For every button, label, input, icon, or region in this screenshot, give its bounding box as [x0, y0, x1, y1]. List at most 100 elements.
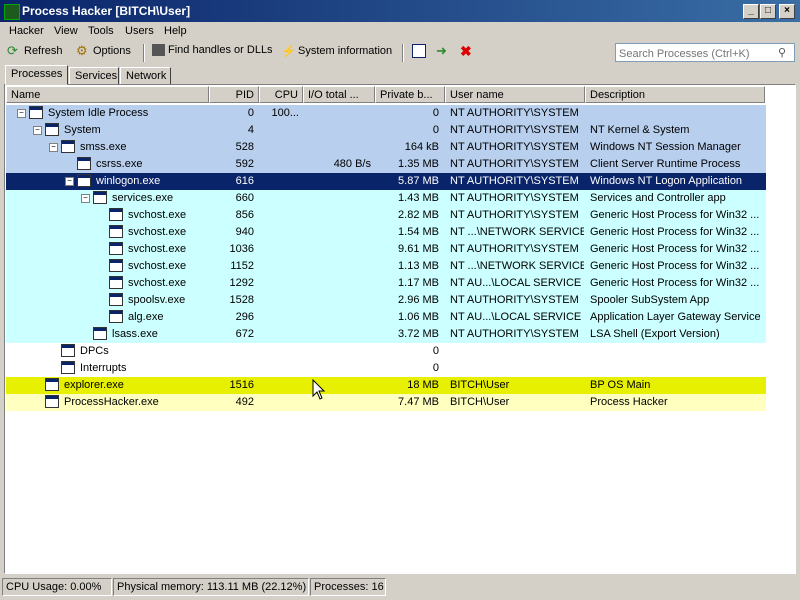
tab-network[interactable]: Network [120, 67, 171, 85]
cell-private-bytes: 0 [432, 124, 439, 136]
cell-description: Generic Host Process for Win32 ... [590, 277, 760, 289]
cell-pid: 1292 [229, 277, 254, 289]
table-row[interactable]: explorer.exe 1516 18 MB BITCH\User BP OS Mai… [6, 377, 766, 394]
cell-pid: 1036 [229, 243, 254, 255]
process-icon [109, 293, 123, 306]
column-private-bytes[interactable]: Private b... [375, 86, 445, 103]
search-icon[interactable]: ⚲ [778, 46, 786, 59]
cell-user-name: NT AUTHORITY\SYSTEM [450, 294, 579, 306]
table-row[interactable]: − winlogon.exe 616 5.87 MB NT AUTHORITY\SYST… [6, 173, 766, 190]
table-row[interactable]: spoolsv.exe 1528 2.96 MB NT AUTHORITY\SYSTE… [6, 292, 766, 309]
process-icon [61, 140, 75, 153]
cell-cpu: 100... [271, 107, 299, 119]
cell-description: Generic Host Process for Win32 ... [590, 243, 760, 255]
maximize-icon[interactable]: □ [760, 4, 776, 19]
cell-name: System Idle Process [48, 107, 149, 119]
cell-name: System [64, 124, 101, 136]
status-process-count: Processes: 16 [310, 578, 386, 596]
process-icon [45, 395, 59, 408]
table-row[interactable]: alg.exe 296 1.06 MB NT AU...\LOCAL SERVICE A… [6, 309, 766, 326]
window-title: Process Hacker [BITCH\User] [22, 4, 191, 18]
cell-description: Client Server Runtime Process [590, 158, 741, 170]
process-icon [109, 259, 123, 272]
cell-user-name: BITCH\User [450, 396, 510, 408]
status-physical-memory: Physical memory: 113.11 MB (22.12%) [113, 578, 309, 596]
cell-name: winlogon.exe [96, 175, 161, 187]
table-row[interactable]: − System Idle Process 0 100... 0 NT AUTHORITY… [6, 105, 766, 122]
table-row[interactable]: Interrupts 0 [6, 360, 766, 377]
search-input[interactable] [615, 43, 795, 62]
table-row[interactable]: DPCs 0 [6, 343, 766, 360]
menu-users[interactable]: Users [125, 25, 154, 37]
tree-expander-icon[interactable]: − [33, 126, 42, 135]
process-icon [77, 157, 91, 170]
cell-pid: 1152 [230, 260, 254, 272]
process-tree[interactable]: Name PID CPU I/O total ... Private b... … [6, 86, 794, 572]
table-row[interactable]: ProcessHacker.exe 492 7.47 MB BITCH\User Pro… [6, 394, 766, 411]
cell-private-bytes: 1.13 MB [398, 260, 439, 272]
table-row[interactable]: lsass.exe 672 3.72 MB NT AUTHORITY\SYSTEM LS… [6, 326, 766, 343]
tree-expander-icon[interactable]: − [49, 143, 58, 152]
system-information-button[interactable]: ⚡ System information [281, 44, 392, 62]
process-icon [93, 327, 107, 340]
table-row[interactable]: csrss.exe 592 480 B/s 1.35 MB NT AUTHORITY\S… [6, 156, 766, 173]
window-icon [412, 44, 426, 58]
arrow-right-icon: ➜ [436, 43, 447, 58]
table-row[interactable]: − services.exe 660 1.43 MB NT AUTHORITY\SYST… [6, 190, 766, 207]
cell-user-name: NT AU...\LOCAL SERVICE [450, 311, 582, 323]
table-row[interactable]: − System 4 0 NT AUTHORITY\SYSTEM NT Kernel & … [6, 122, 766, 139]
tree-expander-icon[interactable]: − [81, 194, 90, 203]
process-icon [109, 276, 123, 289]
window-icon-button[interactable] [412, 44, 428, 62]
column-io-total[interactable]: I/O total ... [303, 86, 375, 103]
menu-view[interactable]: View [54, 25, 78, 37]
cell-pid: 1516 [229, 379, 254, 391]
table-row[interactable]: − smss.exe 528 164 kB NT AUTHORITY\SYSTEM Win… [6, 139, 766, 156]
table-row[interactable]: svchost.exe 1036 9.61 MB NT AUTHORITY\SYSTE… [6, 241, 766, 258]
table-row[interactable]: svchost.exe 1292 1.17 MB NT AU...\LOCAL SER… [6, 275, 766, 292]
app-icon [4, 4, 20, 20]
status-bar: CPU Usage: 0.00% Physical memory: 113.11… [0, 577, 800, 597]
chart-icon: ⚡ [281, 44, 296, 58]
cell-description: Windows NT Logon Application [590, 175, 743, 187]
column-user-name[interactable]: User name [445, 86, 585, 103]
title-bar[interactable]: Process Hacker [BITCH\User] _ □ × [0, 0, 800, 22]
toolbar-separator [402, 44, 404, 62]
mouse-cursor-icon [312, 379, 326, 400]
column-name[interactable]: Name [6, 86, 209, 103]
binoculars-icon [152, 44, 165, 57]
cell-name: DPCs [80, 345, 109, 357]
process-icon [77, 174, 91, 187]
close-icon[interactable]: × [779, 4, 795, 19]
go-to-button[interactable]: ➜ [436, 44, 452, 62]
menu-help[interactable]: Help [164, 25, 187, 37]
terminate-icon: ✖ [460, 43, 472, 59]
column-description[interactable]: Description [585, 86, 765, 103]
cell-name: Interrupts [80, 362, 127, 374]
menu-tools[interactable]: Tools [88, 25, 114, 37]
cell-description: Windows NT Session Manager [590, 141, 741, 153]
column-cpu[interactable]: CPU [259, 86, 303, 103]
cell-name: svchost.exe [128, 243, 187, 255]
tree-expander-icon[interactable]: − [65, 177, 74, 186]
table-row[interactable]: svchost.exe 1152 1.13 MB NT ...\NETWORK SER… [6, 258, 766, 275]
tab-processes[interactable]: Processes [5, 65, 68, 85]
column-pid[interactable]: PID [209, 86, 259, 103]
terminate-button[interactable]: ✖ [460, 44, 476, 62]
table-row[interactable]: svchost.exe 856 2.82 MB NT AUTHORITY\SYSTEM… [6, 207, 766, 224]
cell-user-name: NT AUTHORITY\SYSTEM [450, 141, 579, 153]
cell-user-name: NT AUTHORITY\SYSTEM [450, 243, 579, 255]
refresh-button[interactable]: ⟳ Refresh [7, 44, 63, 62]
find-handles-button[interactable]: Find handles or DLLs [152, 44, 273, 62]
cell-private-bytes: 0 [432, 345, 439, 357]
cell-private-bytes: 5.87 MB [398, 175, 439, 187]
menu-hacker[interactable]: Hacker [9, 25, 44, 37]
minimize-icon[interactable]: _ [743, 4, 759, 19]
table-row[interactable]: svchost.exe 940 1.54 MB NT ...\NETWORK SERV… [6, 224, 766, 241]
process-icon [61, 344, 75, 357]
tree-expander-icon[interactable]: − [17, 109, 26, 118]
process-icon [45, 378, 59, 391]
tab-services[interactable]: Services [69, 67, 119, 85]
options-button[interactable]: ⚙ Options [76, 44, 131, 62]
cell-name: svchost.exe [128, 260, 187, 272]
